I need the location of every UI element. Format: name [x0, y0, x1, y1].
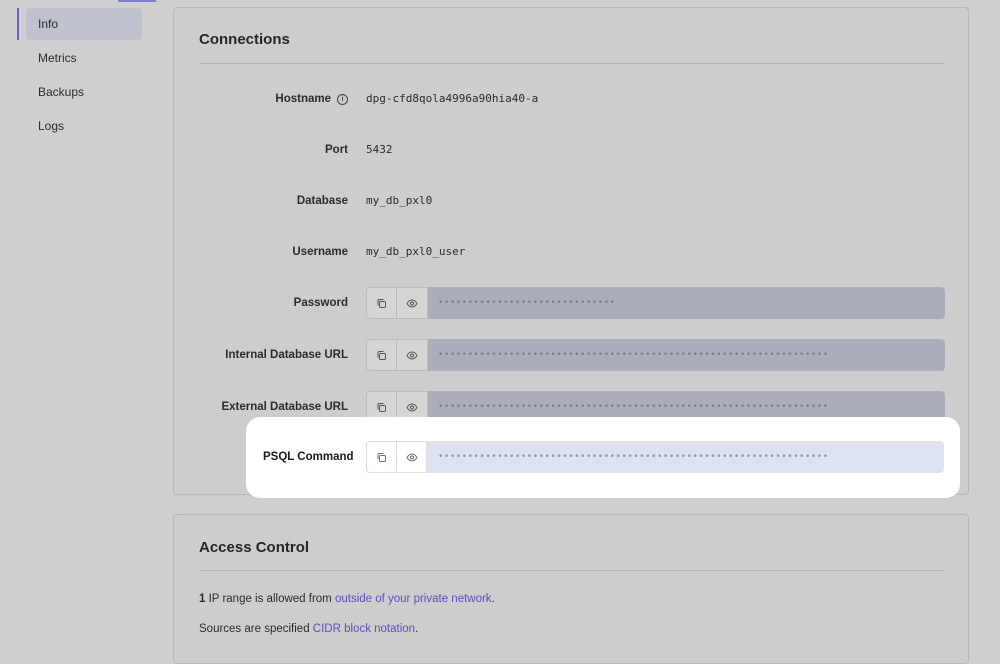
eye-icon [405, 452, 418, 462]
ip-range-text: 1 IP range is allowed from outside of yo… [199, 593, 495, 605]
internal-url-row: Internal Database URL ••••••••••••••••••… [174, 339, 970, 371]
reveal-password-button[interactable] [397, 287, 428, 319]
port-row: Port 5432 [174, 134, 970, 166]
copy-icon [377, 298, 386, 308]
psql-command-label: PSQL Command [263, 451, 354, 463]
port-label: Port [325, 144, 348, 156]
eye-icon [406, 298, 418, 308]
outside-private-network-link[interactable]: outside of your private network [335, 593, 492, 605]
copy-psql-command-button[interactable] [366, 441, 397, 473]
sidebar-item-info[interactable]: Info [26, 8, 142, 40]
internal-url-field[interactable]: ••••••••••••••••••••••••••••••••••••••••… [366, 339, 945, 371]
copy-icon [377, 452, 386, 462]
copy-icon [377, 402, 386, 412]
username-row: Username my_db_pxl0_user [174, 236, 970, 268]
internal-url-label: Internal Database URL [225, 349, 348, 361]
password-label: Password [293, 297, 348, 309]
psql-command-field[interactable]: ••••••••••••••••••••••••••••••••••••••••… [366, 441, 944, 473]
psql-command-masked-value: ••••••••••••••••••••••••••••••••••••••••… [438, 452, 829, 462]
hostname-row: Hostname i dpg-cfd8qola4996a90hia40-a [174, 83, 970, 115]
port-value: 5432 [366, 143, 393, 156]
ip-range-period: . [491, 593, 495, 605]
username-label: Username [292, 246, 348, 258]
ip-range-desc: IP range is allowed from [205, 593, 335, 605]
sidebar-active-indicator [17, 8, 19, 40]
hostname-label-text: Hostname [275, 93, 331, 105]
password-masked-value: •••••••••••••••••••••••••••••• [438, 298, 616, 308]
psql-command-row: PSQL Command •••••••••••••••••••••••••••… [246, 417, 960, 498]
database-value: my_db_pxl0 [366, 194, 433, 207]
hostname-value: dpg-cfd8qola4996a90hia40-a [366, 92, 539, 105]
cidr-desc: Sources are specified [199, 623, 313, 635]
access-control-divider [199, 570, 945, 571]
connections-title: Connections [199, 31, 290, 48]
username-value: my_db_pxl0_user [366, 245, 466, 258]
eye-icon [406, 402, 418, 412]
password-field[interactable]: •••••••••••••••••••••••••••••• [366, 287, 945, 319]
internal-url-masked-value: ••••••••••••••••••••••••••••••••••••••••… [438, 350, 829, 360]
connections-divider [199, 63, 945, 64]
password-row: Password •••••••••••••••••••••••••••••• [174, 287, 970, 319]
cidr-block-notation-link[interactable]: CIDR block notation [313, 623, 415, 635]
reveal-internal-url-button[interactable] [397, 339, 428, 371]
database-row: Database my_db_pxl0 [174, 185, 970, 217]
cidr-period: . [415, 623, 419, 635]
copy-password-button[interactable] [366, 287, 397, 319]
copy-internal-url-button[interactable] [366, 339, 397, 371]
access-control-card: Access Control 1 IP range is allowed fro… [173, 514, 969, 664]
copy-icon [377, 350, 386, 360]
sidebar-item-metrics[interactable]: Metrics [26, 42, 142, 74]
sidebar-item-backups[interactable]: Backups [26, 76, 142, 108]
database-label: Database [296, 195, 348, 207]
reveal-psql-command-button[interactable] [396, 441, 427, 473]
eye-icon [406, 350, 418, 360]
sidebar-item-logs[interactable]: Logs [26, 110, 142, 142]
info-icon[interactable]: i [337, 93, 348, 105]
sidebar: Info Metrics Backups Logs [0, 0, 160, 648]
hostname-label: Hostname i [275, 83, 348, 115]
cidr-text: Sources are specified CIDR block notatio… [199, 623, 418, 635]
access-control-title: Access Control [199, 539, 310, 556]
